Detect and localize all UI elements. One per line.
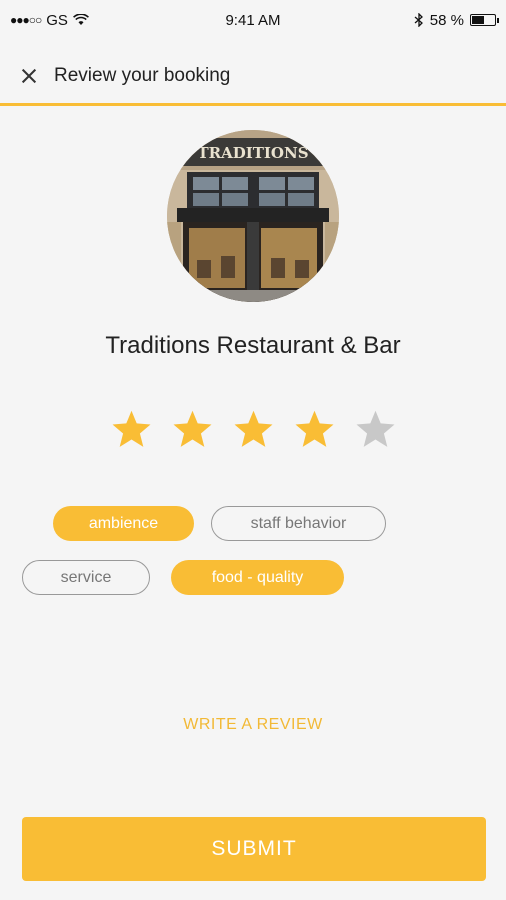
star-icon-2[interactable] <box>171 408 214 451</box>
restaurant-photo-image: TRADITIONS <box>167 130 339 302</box>
tag-food-quality[interactable]: food - quality <box>171 560 344 595</box>
wifi-icon <box>72 14 89 25</box>
header-bar: Review your booking <box>0 48 506 106</box>
star-icon-5[interactable] <box>354 408 397 451</box>
tag-ambience[interactable]: ambience <box>53 506 194 541</box>
tag-service[interactable]: service <box>22 560 150 595</box>
signal-strength-icon: ●●●○○ <box>10 13 42 27</box>
star-rating[interactable] <box>0 408 506 451</box>
restaurant-photo: TRADITIONS <box>167 130 339 302</box>
carrier-label: GS <box>46 11 68 29</box>
bluetooth-icon <box>414 13 423 27</box>
write-review-link[interactable]: WRITE A REVIEW <box>0 716 506 734</box>
restaurant-name: Traditions Restaurant & Bar <box>105 332 401 359</box>
battery-percent: 58 % <box>429 11 464 29</box>
restaurant-sign-text: TRADITIONS <box>197 144 308 162</box>
submit-button[interactable]: SUBMIT <box>22 817 486 881</box>
battery-level <box>472 16 485 24</box>
tag-staff-behavior[interactable]: staff behavior <box>211 506 386 541</box>
page-title: Review your booking <box>54 64 231 86</box>
close-icon[interactable] <box>18 65 40 87</box>
status-bar: ●●●○○ GS 9:41 AM 58 % <box>0 0 506 40</box>
star-icon-1[interactable] <box>110 408 153 451</box>
status-left: ●●●○○ GS <box>10 12 89 29</box>
status-right: 58 % <box>414 11 499 29</box>
battery-icon <box>470 14 499 26</box>
star-icon-4[interactable] <box>293 408 336 451</box>
star-icon-3[interactable] <box>232 408 275 451</box>
